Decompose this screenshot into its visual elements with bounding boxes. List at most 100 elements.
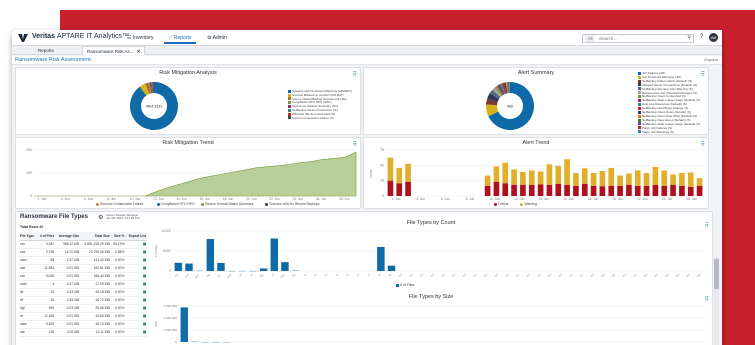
nav-inventory[interactable]: ☷ Inventory bbox=[122, 32, 158, 44]
bar-critical bbox=[687, 186, 694, 196]
table-cell: 0.01 KiB bbox=[55, 320, 81, 329]
export-list-icon[interactable]: ▦ bbox=[125, 296, 147, 305]
x-tick-label: 1. Jun bbox=[38, 197, 47, 201]
column-header[interactable]: File Type bbox=[19, 232, 37, 241]
export-list-icon[interactable]: ▦ bbox=[125, 280, 147, 289]
alert-trend-chart: 75 50 25 0 Count 1. Jun 4. Jun 6. Jun 8. Jun 10. … bbox=[369, 148, 704, 201]
avatar[interactable]: AB bbox=[709, 33, 718, 42]
area-series-overall-status bbox=[34, 151, 357, 197]
x-tick-label: t22 bbox=[525, 272, 531, 278]
add-tab-button[interactable]: + bbox=[134, 46, 145, 55]
file-types-panel: Ransomware File Types ⚙ Server Rescan Ma… bbox=[15, 211, 713, 345]
count-legend-label: # of Files bbox=[400, 283, 415, 287]
risk-trend-legend-item: Compliance RTO RPO bbox=[156, 202, 195, 206]
bar-warning bbox=[546, 164, 553, 185]
bar-warning bbox=[555, 165, 562, 184]
scrollbar-thumb[interactable] bbox=[714, 259, 719, 289]
x-tick-label: t16 bbox=[461, 272, 467, 278]
gear-icon[interactable]: ⚙ bbox=[98, 214, 103, 221]
table-cell: 12,189 bbox=[36, 312, 56, 321]
bar-critical bbox=[634, 185, 641, 196]
bar-warning bbox=[405, 163, 411, 182]
x-tick-label: t9 bbox=[388, 272, 393, 277]
table-cell: dwt bbox=[19, 264, 37, 273]
export-list-icon[interactable]: ▦ bbox=[125, 272, 147, 281]
export-list-icon[interactable]: ▦ bbox=[125, 328, 147, 337]
nav-reports[interactable]: ⟋ Reports bbox=[164, 32, 197, 44]
table-cell: 88 bbox=[36, 256, 56, 265]
x-tick-label: mdd bbox=[226, 272, 233, 279]
column-header[interactable]: Total Size bbox=[80, 232, 111, 241]
legend-swatch bbox=[96, 202, 99, 206]
bar-critical bbox=[520, 184, 526, 196]
bar-warning bbox=[599, 170, 606, 187]
x-tick-label: t23 bbox=[536, 272, 542, 278]
export-list-icon[interactable]: ▦ bbox=[125, 240, 147, 249]
table-cell: 3,329 bbox=[36, 320, 56, 329]
search-scope-select[interactable]: All bbox=[585, 35, 595, 42]
risk-mitigation-donut: 4N/A 3333 bbox=[130, 82, 178, 130]
export-list-icon[interactable]: ▦ bbox=[125, 312, 147, 321]
search-box[interactable]: All Search... ⚲ bbox=[582, 34, 694, 43]
y-tick-label: 50 bbox=[380, 163, 384, 167]
expand-button[interactable]: Expand bbox=[704, 57, 718, 62]
export-list-icon[interactable]: ▦ bbox=[125, 304, 147, 313]
column-header[interactable]: Export List bbox=[125, 232, 147, 241]
search-icon[interactable]: ⚲ bbox=[687, 35, 691, 42]
x-tick-label: 12. Jun bbox=[514, 197, 525, 201]
help-icon[interactable]: ? bbox=[700, 34, 703, 40]
column-header[interactable]: Size % bbox=[110, 232, 126, 241]
x-tick-label: t21 bbox=[515, 272, 521, 278]
tab-ransomware-label: Ransomware Risk As... bbox=[87, 49, 134, 54]
table-cell: 0.01 KiB bbox=[55, 272, 81, 281]
table-cell: 16.70 KiB bbox=[55, 248, 81, 257]
export-list-icon[interactable]: ▦ bbox=[125, 288, 147, 297]
table-cell: rtf bbox=[19, 296, 37, 305]
table-cell: 0.01 KiB bbox=[55, 264, 81, 273]
bar-warning bbox=[573, 173, 579, 186]
y-tick-label: 2,000,000 bbox=[164, 316, 178, 320]
export-list-icon[interactable]: ▦ bbox=[125, 256, 147, 265]
risk-legend-item: Source Consecutive Failure (S) bbox=[288, 116, 334, 120]
column-header[interactable]: Average Size bbox=[55, 232, 81, 241]
export-list-icon[interactable]: ▦ bbox=[125, 320, 147, 329]
column-header[interactable]: # of Files bbox=[36, 232, 56, 241]
table-cell: 16.72 KiB bbox=[80, 296, 111, 305]
table-cell: 17.09 KiB bbox=[80, 280, 111, 289]
bar-critical bbox=[493, 181, 500, 196]
bar-warning bbox=[617, 175, 623, 186]
bar-warning bbox=[608, 167, 615, 186]
bar-critical bbox=[528, 184, 535, 196]
tab-reports[interactable]: Reports bbox=[34, 46, 58, 55]
bar-warning bbox=[387, 157, 394, 181]
vertical-scrollbar[interactable] bbox=[714, 257, 719, 345]
table-cell: 3,087 bbox=[36, 240, 56, 249]
bar-file-count bbox=[259, 268, 268, 271]
total-rows: Total Rows 20 bbox=[20, 225, 44, 229]
x-tick-label: xxx bbox=[174, 273, 179, 278]
bar-warning bbox=[687, 172, 694, 187]
table-row: dwt 11,984 0.01 KiB 152.61 KiB 0.00% ▦ bbox=[19, 264, 147, 273]
export-list-icon[interactable]: ▦ bbox=[125, 248, 147, 257]
table-cell: 3,026 bbox=[36, 272, 56, 281]
export-list-icon[interactable]: ▦ bbox=[125, 264, 147, 273]
table-cell: 0.43 KiB bbox=[55, 288, 81, 297]
bar-file-count bbox=[270, 238, 279, 271]
grid-menu-icon[interactable]: ⠿ bbox=[701, 71, 706, 78]
table-header-row: File Type # of Files Average Size Total Siz… bbox=[19, 232, 147, 241]
alert-summary-panel: Alert Summary ⠿ 888 Job Failures (AR) Job… bbox=[363, 67, 709, 135]
search-input[interactable]: Search... bbox=[599, 35, 617, 42]
count-chart-title: File Types by Count bbox=[406, 220, 456, 226]
table-cell: mdd bbox=[19, 280, 37, 289]
x-tick-label: t27 bbox=[579, 272, 585, 278]
table-cell: 18.13 KiB bbox=[80, 320, 111, 329]
table-row: docx 88 1.67 KiB 141.42 KiB 0.00% ▦ bbox=[19, 256, 147, 265]
x-tick-label: 16. Jun bbox=[200, 197, 211, 201]
x-tick-label: dgf bbox=[259, 273, 265, 279]
inventory-icon: ☷ bbox=[127, 35, 132, 41]
grid-menu-icon[interactable]: ⠿ bbox=[353, 71, 358, 78]
y-tick-label: 0 bbox=[382, 194, 384, 198]
bar-critical bbox=[696, 185, 703, 196]
nav-admin[interactable]: ⚙ Admin bbox=[202, 32, 232, 44]
x-tick-label: t32 bbox=[632, 272, 638, 278]
